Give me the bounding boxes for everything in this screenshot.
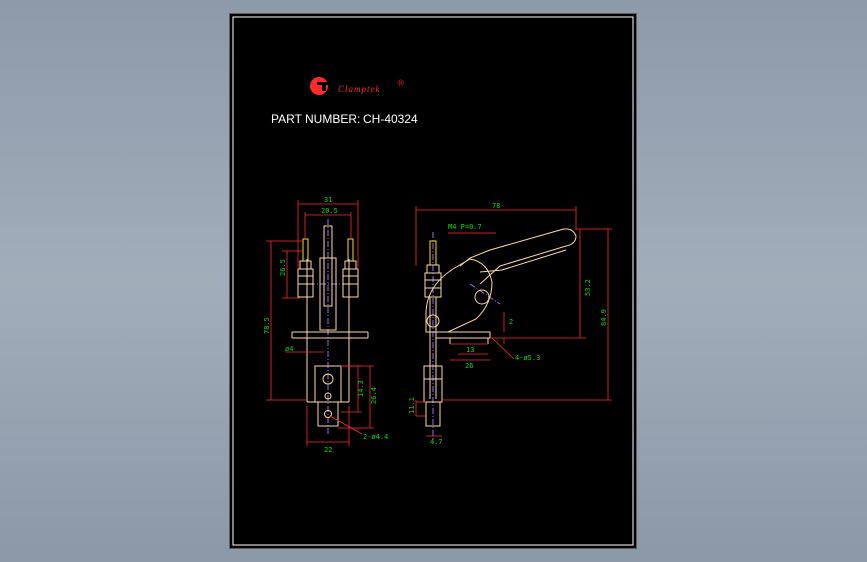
- side-body-outline: [423, 228, 577, 427]
- dim-dia-4: ø4: [285, 345, 293, 353]
- dim-26-4: 26.4: [370, 387, 378, 404]
- dim-31: 31: [324, 196, 332, 204]
- front-view: 31 20.5 26.5 78.5 ø4 14.3 26.4 22 2-ø4.4: [263, 196, 388, 454]
- dim-holes-side: 4-ø5.3: [515, 354, 540, 362]
- dim-78: 78: [492, 202, 500, 210]
- drawing-sheet: Clamptek ® PART NUMBER: CH-40324 31 20.5…: [229, 13, 637, 549]
- dim-13: 13: [466, 346, 474, 354]
- dim-26-5: 26.5: [279, 259, 287, 276]
- dim-22: 22: [324, 446, 332, 454]
- dim-4-7: 4.7: [430, 438, 443, 446]
- part-number-label: PART NUMBER:: [271, 112, 360, 126]
- dim-2: 2: [509, 318, 513, 326]
- clamptek-logo: Clamptek ®: [310, 77, 405, 95]
- dim-26: 26: [465, 362, 473, 370]
- dim-14-3: 14.3: [357, 380, 365, 397]
- dim-holes-front: 2-ø4.4: [363, 433, 388, 441]
- side-view: 78 M4 P=0.7 53.2 84.9 2 13 26 4-ø5.3 11.…: [408, 202, 612, 446]
- dim-84-9: 84.9: [600, 309, 608, 326]
- part-number-value: CH-40324: [363, 112, 418, 126]
- dim-53-2: 53.2: [584, 279, 592, 296]
- dim-20-5: 20.5: [321, 207, 338, 215]
- dim-78-5: 78.5: [263, 317, 271, 334]
- technical-drawing: Clamptek ® PART NUMBER: CH-40324 31 20.5…: [232, 16, 634, 546]
- side-dimension-lines: [415, 206, 612, 437]
- dim-11-1: 11.1: [408, 397, 416, 414]
- logo-reg-mark: ®: [397, 78, 405, 88]
- logo-text: Clamptek: [338, 84, 381, 94]
- dim-thread: M4 P=0.7: [448, 223, 482, 231]
